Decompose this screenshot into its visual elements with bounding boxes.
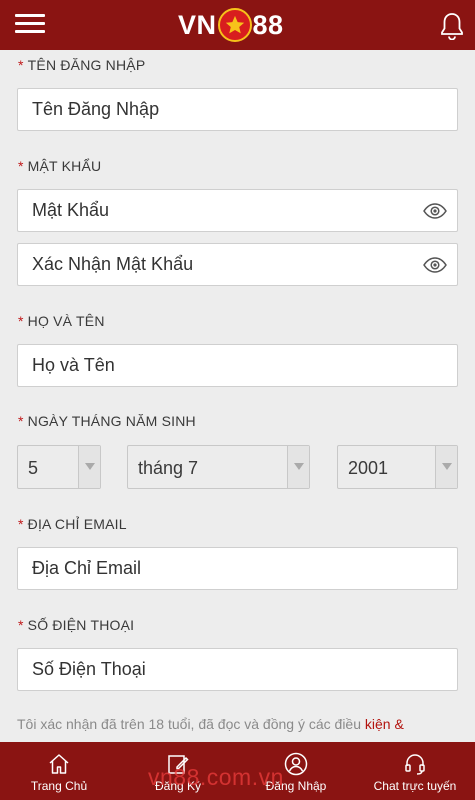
fullname-input[interactable] (18, 345, 457, 386)
day-select[interactable]: 5 (17, 445, 101, 489)
fullname-label: * HỌ VÀ TÊN (18, 313, 105, 329)
required-mark: * (18, 516, 24, 532)
phone-input[interactable] (18, 649, 457, 690)
email-label: * ĐỊA CHỈ EMAIL (18, 516, 127, 532)
nav-home[interactable]: Trang Chủ (30, 742, 88, 800)
phone-field (17, 648, 458, 691)
vn88-logo[interactable]: VN 88 (178, 7, 284, 43)
fullname-label-text: HỌ VÀ TÊN (27, 313, 105, 329)
password-field (17, 189, 458, 232)
username-field (17, 88, 458, 131)
chevron-down-icon (435, 446, 457, 488)
terms-link[interactable]: kiện & (365, 716, 404, 732)
bottom-nav: Trang Chủ Đăng Ký Đăng Nhập Chat trực tu… (0, 742, 475, 800)
email-field (17, 547, 458, 590)
password-label-text: MẬT KHẨU (27, 158, 102, 174)
nav-login-label: Đăng Nhập (265, 779, 327, 793)
password-label: * MẬT KHẨU (18, 158, 101, 174)
top-bar: VN 88 (0, 0, 475, 50)
chevron-down-icon (287, 446, 309, 488)
required-mark: * (18, 313, 24, 329)
terms-text: Tôi xác nhận đã trên 18 tuổi, đã đọc và … (17, 716, 404, 732)
menu-icon[interactable] (15, 12, 47, 36)
username-input[interactable] (18, 89, 457, 130)
month-select-value: tháng 7 (138, 458, 199, 478)
nav-live-chat[interactable]: Chat trực tuyến (370, 742, 460, 800)
bell-icon[interactable] (440, 12, 466, 41)
username-label-text: TÊN ĐĂNG NHẬP (27, 57, 146, 73)
required-mark: * (18, 413, 24, 429)
month-select[interactable]: tháng 7 (127, 445, 310, 489)
password-input[interactable] (18, 190, 457, 231)
year-select-value: 2001 (348, 458, 389, 478)
logo-text-88: 88 (252, 9, 284, 40)
birthday-label-text: NGÀY THÁNG NĂM SINH (27, 413, 196, 429)
user-icon (284, 752, 308, 776)
headset-icon (405, 754, 425, 775)
required-mark: * (18, 617, 24, 633)
nav-live-chat-label: Chat trực tuyến (373, 779, 457, 793)
email-label-text: ĐỊA CHỈ EMAIL (27, 516, 127, 532)
nav-login[interactable]: Đăng Nhập (262, 742, 330, 800)
phone-label-text: SỐ ĐIỆN THOẠI (27, 617, 135, 633)
confirm-password-input[interactable] (18, 244, 457, 285)
email-input[interactable] (18, 548, 457, 589)
fullname-field (17, 344, 458, 387)
nav-register-label: Đăng Ký (154, 779, 202, 793)
confirm-password-field (17, 243, 458, 286)
nav-register[interactable]: Đăng Ký (145, 742, 211, 800)
terms-statement: Tôi xác nhận đã trên 18 tuổi, đã đọc và … (17, 716, 365, 732)
show-confirm-password-eye-icon[interactable] (423, 257, 447, 273)
show-password-eye-icon[interactable] (423, 203, 447, 219)
logo-text-vn: VN (178, 9, 217, 40)
username-label: * TÊN ĐĂNG NHẬP (18, 57, 145, 73)
edit-icon (168, 755, 189, 774)
year-select[interactable]: 2001 (337, 445, 458, 489)
home-icon (49, 754, 69, 774)
required-mark: * (18, 57, 24, 73)
phone-label: * SỐ ĐIỆN THOẠI (18, 617, 134, 633)
nav-home-label: Trang Chủ (30, 779, 88, 793)
chevron-down-icon (78, 446, 100, 488)
star-icon (217, 8, 252, 42)
birthday-label: * NGÀY THÁNG NĂM SINH (18, 413, 196, 429)
required-mark: * (18, 158, 24, 174)
day-select-value: 5 (28, 458, 39, 478)
